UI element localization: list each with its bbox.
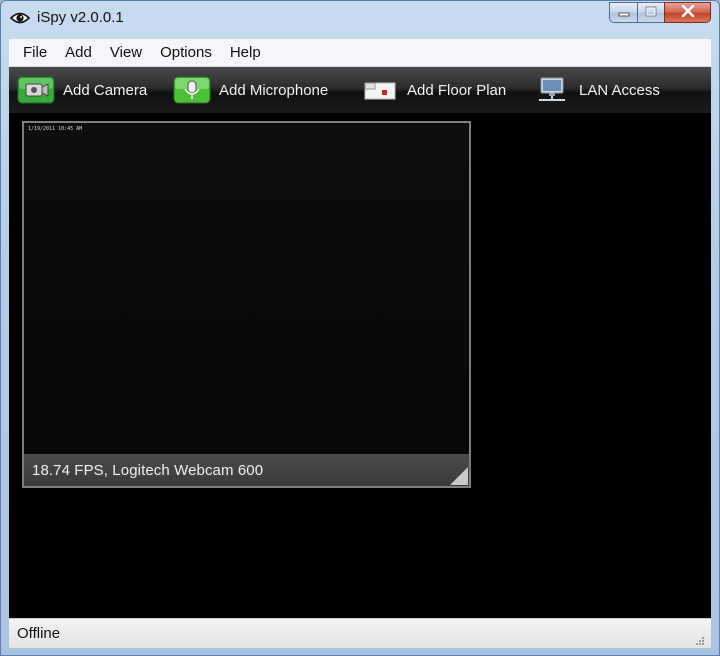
add-camera-button[interactable]: Add Camera: [17, 67, 147, 113]
app-window: iSpy v2.0.0.1 File Add View Options Help…: [0, 0, 720, 656]
eye-icon: [9, 10, 31, 26]
menu-file[interactable]: File: [15, 44, 55, 61]
size-grip-icon[interactable]: [695, 633, 705, 645]
lan-access-button[interactable]: LAN Access: [533, 67, 660, 113]
camera-feed[interactable]: 1/19/2011 10:45 AM: [24, 123, 469, 454]
status-text: Offline: [17, 625, 61, 642]
window-controls: [609, 2, 711, 23]
menu-add[interactable]: Add: [57, 44, 100, 61]
main-surveillance-area[interactable]: 1/19/2011 10:45 AM 18.74 FPS, Logitech W…: [9, 113, 711, 618]
window-title: iSpy v2.0.0.1: [37, 9, 124, 26]
title-bar[interactable]: iSpy v2.0.0.1: [1, 1, 719, 37]
lan-icon: [533, 75, 571, 105]
menu-view[interactable]: View: [102, 44, 150, 61]
maximize-icon: [645, 4, 657, 22]
close-icon: [681, 4, 695, 22]
maximize-button[interactable]: [637, 2, 664, 23]
camera-timestamp: 1/19/2011 10:45 AM: [28, 126, 83, 132]
resize-grip-icon[interactable]: [450, 467, 468, 485]
add-floor-plan-button[interactable]: Add Floor Plan: [361, 67, 506, 113]
toolbar: Add Camera Add Microphone Add Floor Plan…: [9, 67, 711, 113]
add-microphone-button[interactable]: Add Microphone: [173, 67, 328, 113]
microphone-icon: [173, 75, 211, 105]
status-bar: Offline: [9, 618, 711, 648]
minimize-icon: [618, 4, 630, 22]
minimize-button[interactable]: [609, 2, 637, 23]
menu-options[interactable]: Options: [152, 44, 220, 61]
close-button[interactable]: [664, 2, 711, 23]
camera-icon: [17, 75, 55, 105]
lan-access-label: LAN Access: [579, 81, 660, 99]
camera-caption: 18.74 FPS, Logitech Webcam 600: [32, 461, 264, 479]
add-microphone-label: Add Microphone: [219, 81, 329, 99]
menu-bar: File Add View Options Help: [9, 39, 711, 67]
menu-help[interactable]: Help: [222, 44, 269, 61]
camera-panel[interactable]: 1/19/2011 10:45 AM 18.74 FPS, Logitech W…: [22, 121, 471, 488]
add-floor-plan-label: Add Floor Plan: [407, 81, 507, 99]
camera-caption-bar: 18.74 FPS, Logitech Webcam 600: [24, 454, 469, 486]
floor-plan-icon: [361, 75, 399, 105]
add-camera-label: Add Camera: [63, 81, 148, 99]
